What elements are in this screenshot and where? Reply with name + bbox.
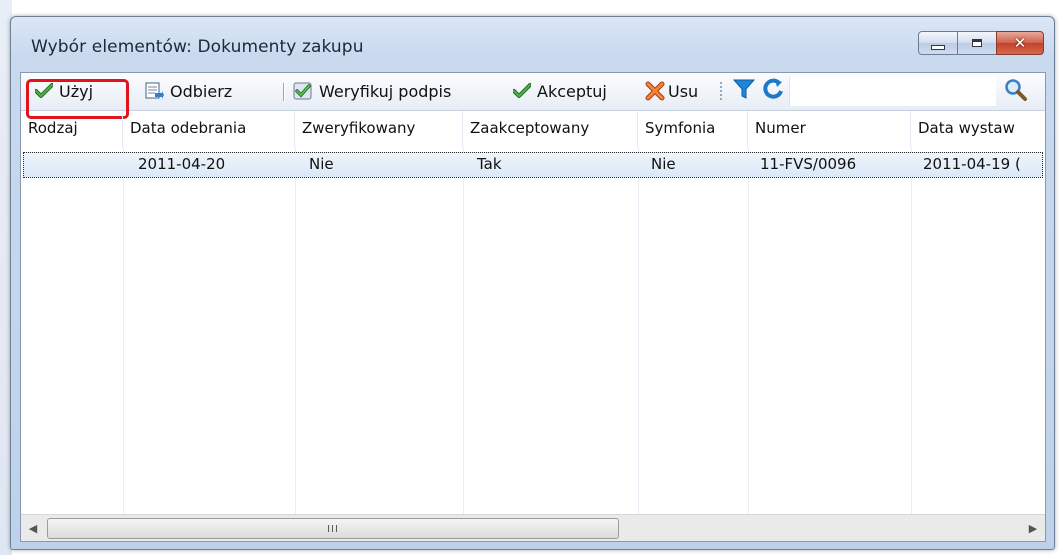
search-input[interactable] bbox=[789, 77, 996, 106]
accept-button-label: Akceptuj bbox=[537, 81, 607, 101]
column-divider bbox=[463, 147, 464, 515]
title-bar[interactable]: Wybór elementów: Dokumenty zakupu ✕ bbox=[11, 17, 1054, 73]
column-header-rodzaj[interactable]: Rodzaj bbox=[21, 111, 123, 147]
verify-signature-icon bbox=[293, 81, 313, 101]
client-area: Użyj Odbierz Weryfikuj podpis Akceptuj U… bbox=[20, 72, 1046, 542]
accept-button[interactable]: Akceptuj bbox=[513, 78, 607, 104]
column-header-zweryfikowany[interactable]: Zweryfikowany bbox=[295, 111, 463, 147]
scrollbar-thumb[interactable]: III bbox=[47, 518, 619, 539]
scroll-right-button[interactable]: ▶ bbox=[1021, 515, 1045, 541]
magnifier-icon bbox=[1004, 78, 1028, 106]
filter-icon bbox=[732, 78, 756, 104]
toolbar: Użyj Odbierz Weryfikuj podpis Akceptuj U… bbox=[21, 73, 1045, 119]
cell-data-odebrania: 2011-04-20 bbox=[138, 155, 226, 173]
column-divider bbox=[123, 147, 124, 515]
verify-signature-label: Weryfikuj podpis bbox=[319, 81, 452, 101]
grid-header: Rodzaj Data odebrania Zweryfikowany Zaak… bbox=[21, 111, 1045, 147]
column-header-data-wystawienia[interactable]: Data wystaw bbox=[911, 111, 1045, 147]
cell-numer: 11-FVS/0096 bbox=[760, 155, 857, 173]
search-button[interactable] bbox=[1003, 79, 1029, 105]
receive-button-label: Odbierz bbox=[170, 81, 233, 101]
scroll-left-button[interactable]: ◀ bbox=[21, 515, 45, 541]
delete-button-label: Usu bbox=[668, 81, 699, 101]
verify-signature-button[interactable]: Weryfikuj podpis bbox=[293, 78, 451, 104]
dialog-window: Wybór elementów: Dokumenty zakupu ✕ Użyj bbox=[10, 16, 1055, 550]
filter-button[interactable] bbox=[732, 78, 756, 104]
close-icon: ✕ bbox=[1013, 34, 1027, 52]
thumb-grip: III bbox=[327, 524, 339, 535]
column-divider bbox=[295, 147, 296, 515]
delete-x-icon bbox=[645, 81, 665, 101]
delete-button[interactable]: Usu bbox=[645, 78, 698, 104]
column-header-numer[interactable]: Numer bbox=[748, 111, 911, 147]
toolbar-separator bbox=[283, 83, 285, 101]
cell-zaakceptowany: Tak bbox=[477, 155, 502, 173]
toolbar-grip bbox=[720, 82, 722, 102]
window-title: Wybór elementów: Dokumenty zakupu bbox=[31, 37, 364, 57]
cell-data-wystawienia: 2011-04-19 ( bbox=[923, 155, 1021, 173]
receive-button[interactable]: Odbierz bbox=[144, 78, 232, 104]
documents-grid[interactable]: Rodzaj Data odebrania Zweryfikowany Zaak… bbox=[21, 111, 1045, 515]
caption-buttons: ✕ bbox=[918, 31, 1044, 55]
minimize-button[interactable] bbox=[918, 31, 958, 55]
maximize-icon bbox=[972, 39, 982, 47]
column-header-data-odebrania[interactable]: Data odebrania bbox=[123, 111, 295, 147]
refresh-icon bbox=[762, 78, 784, 104]
arrow-left-icon: ◀ bbox=[28, 521, 38, 535]
refresh-button[interactable] bbox=[762, 78, 784, 104]
arrow-right-icon: ▶ bbox=[1028, 521, 1038, 535]
minimize-icon bbox=[931, 44, 945, 50]
horizontal-scrollbar[interactable]: ◀ III ▶ bbox=[21, 514, 1045, 541]
column-divider bbox=[911, 147, 912, 515]
column-header-zaakceptowany[interactable]: Zaakceptowany bbox=[463, 111, 638, 147]
receive-document-icon bbox=[144, 81, 164, 101]
checkmark-icon bbox=[513, 83, 531, 99]
cell-zweryfikowany: Nie bbox=[309, 155, 334, 173]
column-divider bbox=[748, 147, 749, 515]
cell-symfonia: Nie bbox=[651, 155, 676, 173]
column-header-symfonia[interactable]: Symfonia bbox=[638, 111, 748, 147]
column-divider bbox=[638, 147, 639, 515]
maximize-button[interactable] bbox=[957, 31, 997, 55]
close-button[interactable]: ✕ bbox=[996, 31, 1044, 55]
